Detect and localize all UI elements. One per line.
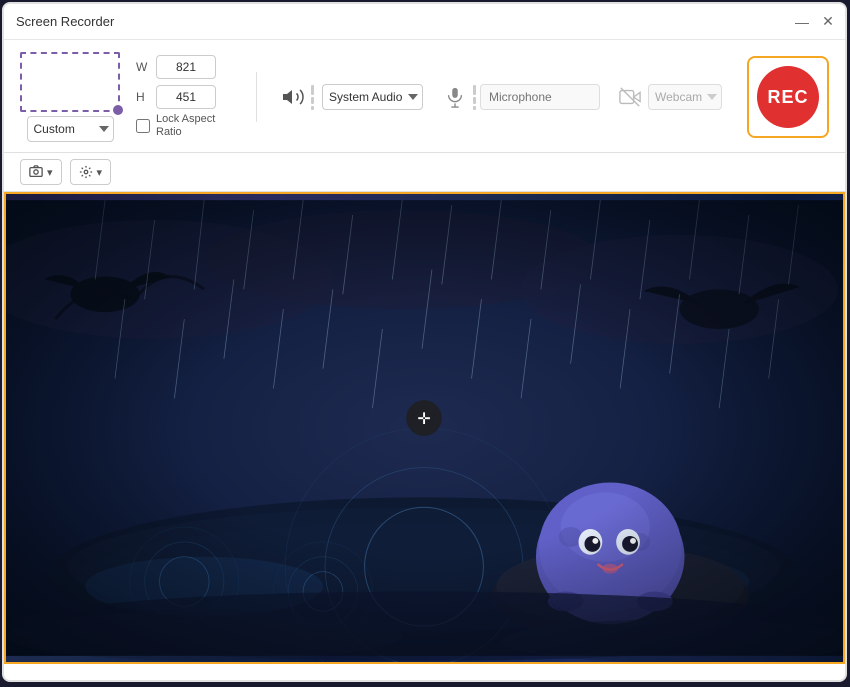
width-input[interactable] — [156, 55, 216, 79]
mic-icon-group — [439, 81, 476, 113]
settings-button[interactable]: ▾ — [70, 159, 112, 185]
minimize-button[interactable]: — — [793, 13, 811, 31]
region-preset-select[interactable]: Custom Full Screen 1920x1080 1280x720 — [27, 116, 114, 142]
svg-text:✛: ✛ — [417, 411, 430, 428]
screen-content: ✛ — [4, 192, 845, 664]
divider-1 — [256, 72, 257, 122]
rec-button[interactable]: REC — [747, 56, 829, 138]
close-button[interactable]: ✕ — [819, 13, 837, 31]
rec-label: REC — [757, 66, 819, 128]
system-audio-select[interactable]: System Audio None — [322, 84, 423, 110]
height-row: H — [136, 85, 236, 109]
screenshot-button[interactable]: ▾ — [20, 159, 62, 185]
region-preview-box[interactable] — [20, 52, 120, 112]
main-toolbar: Custom Full Screen 1920x1080 1280x720 W … — [4, 40, 845, 153]
speaker-level-bars[interactable] — [311, 85, 314, 110]
title-bar: Screen Recorder — ✕ — [4, 4, 845, 40]
lock-aspect-label: Lock Aspect Ratio — [156, 113, 236, 139]
lock-aspect-group: Lock Aspect Ratio — [136, 113, 236, 139]
screenshot-label: ▾ — [47, 166, 53, 179]
webcam-icon — [616, 83, 644, 111]
system-audio-section: System Audio None — [277, 81, 423, 113]
app-window: Screen Recorder — ✕ Custom Full Screen 1… — [2, 2, 847, 682]
settings-label: ▾ — [97, 166, 103, 179]
height-label: H — [136, 90, 150, 104]
webcam-section: Webcam None — [616, 83, 722, 111]
width-label: W — [136, 60, 150, 74]
microphone-section — [439, 81, 600, 113]
webcam-select[interactable]: Webcam None — [648, 84, 722, 110]
screen-background: ✛ — [6, 194, 843, 662]
width-row: W — [136, 55, 236, 79]
region-selector: Custom Full Screen 1920x1080 1280x720 — [20, 52, 120, 142]
dimensions-group: W H Lock Aspect Ratio — [136, 55, 236, 139]
mic-level-bars[interactable] — [473, 85, 476, 110]
speaker-icon-group — [277, 81, 314, 113]
microphone-icon — [439, 81, 471, 113]
height-input[interactable] — [156, 85, 216, 109]
bottom-toolbar: ▾ ▾ — [4, 153, 845, 192]
window-controls: — ✕ — [793, 13, 837, 31]
region-dropdown: Custom Full Screen 1920x1080 1280x720 — [27, 116, 114, 142]
scene-svg: ✛ — [6, 194, 843, 662]
speaker-icon — [277, 81, 309, 113]
lock-aspect-checkbox[interactable] — [136, 119, 150, 133]
microphone-input[interactable] — [480, 84, 600, 110]
window-title: Screen Recorder — [16, 14, 114, 29]
